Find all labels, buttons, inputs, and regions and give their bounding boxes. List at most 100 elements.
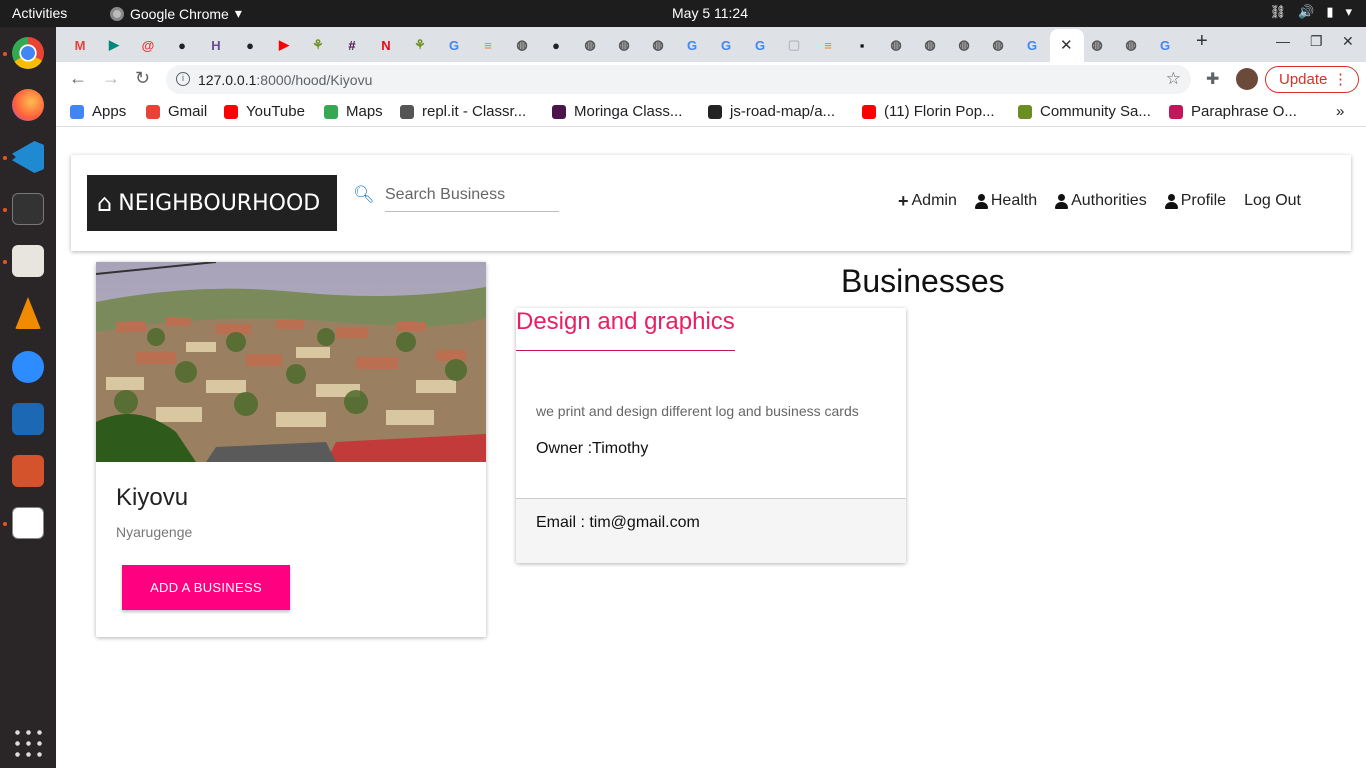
github-icon	[708, 104, 722, 119]
tab-github-icon[interactable]: ●	[171, 34, 193, 56]
close-window-button[interactable]: ✕	[1342, 33, 1354, 50]
terminal-dock-icon[interactable]	[12, 193, 44, 225]
site-navbar: ⌂ NEIGHBOURHOOD 🔍︎ +Admin Health Authori…	[71, 155, 1351, 251]
tab-globe-icon[interactable]: ◍	[613, 34, 635, 56]
nav-label: Health	[990, 192, 1038, 209]
text-editor-dock-icon[interactable]	[12, 507, 44, 539]
tab-globe-icon[interactable]: ◍	[885, 34, 907, 56]
tab-box-icon[interactable]: ▢	[783, 34, 805, 56]
tab-google-icon[interactable]: G	[443, 34, 465, 56]
browser-toolbar: ← → ↻ i 127.0.0.1:8000/hood/Kiyovu ☆ ✚ U…	[56, 62, 1366, 97]
nav-link-admin[interactable]: + Admin	[898, 192, 957, 210]
zoom-dock-icon[interactable]	[12, 351, 44, 383]
tab-globe-icon[interactable]: ◍	[953, 34, 975, 56]
reload-button[interactable]: ↻	[135, 68, 150, 89]
tab-google-icon[interactable]: G	[749, 34, 771, 56]
site-info-icon[interactable]: i	[176, 72, 190, 86]
tab-google-icon[interactable]: G	[681, 34, 703, 56]
bookmark-item[interactable]: Moringa Class...	[552, 103, 682, 120]
tab-stackoverflow-icon[interactable]: ≡	[817, 34, 839, 56]
tab-meet-icon[interactable]: ▶	[103, 34, 125, 56]
app-menu-label: Google Chrome	[130, 5, 229, 22]
battery-icon: ▮	[1326, 4, 1334, 19]
tab-github-icon[interactable]: ●	[545, 34, 567, 56]
nav-link-logout[interactable]: Log Out	[1244, 192, 1301, 210]
url-text[interactable]: 127.0.0.1:8000/hood/Kiyovu	[198, 72, 372, 88]
page-content: ⌂ NEIGHBOURHOOD 🔍︎ +Admin Health Authori…	[56, 128, 1366, 768]
bookmark-label: (11) Florin Pop...	[884, 103, 995, 120]
bookmark-item[interactable]: repl.it - Classr...	[400, 103, 526, 120]
minimize-button[interactable]: —	[1276, 33, 1290, 49]
bookmark-item[interactable]: js-road-map/a...	[708, 103, 835, 120]
restore-button[interactable]: ❐	[1310, 33, 1323, 50]
files-dock-icon[interactable]	[12, 245, 44, 277]
bookmark-star-icon[interactable]: ☆	[1166, 69, 1181, 89]
new-tab-button[interactable]: +	[1196, 30, 1208, 53]
update-button[interactable]: Update ⋮	[1265, 66, 1359, 93]
bookmarks-overflow-icon[interactable]: »	[1336, 103, 1344, 120]
activities-button[interactable]: Activities	[12, 5, 67, 21]
brand-logo[interactable]: ⌂ NEIGHBOURHOOD	[87, 175, 337, 231]
tab-spiral-icon[interactable]: @	[137, 34, 159, 56]
bookmark-item[interactable]: Community Sa...	[1018, 103, 1151, 120]
search-input[interactable]	[385, 179, 559, 212]
volume-icon: 🔊	[1298, 4, 1315, 19]
tab-globe-icon[interactable]: ◍	[1086, 34, 1108, 56]
search-icon: 🔍︎	[353, 185, 375, 204]
tab-dark-app-icon[interactable]: ▪	[851, 34, 873, 56]
nav-link-health[interactable]: Health	[974, 192, 1038, 210]
active-tab[interactable]: ✕	[1050, 29, 1084, 62]
clock[interactable]: May 5 11:24	[672, 5, 748, 21]
bookmark-item[interactable]: Paraphrase O...	[1169, 103, 1297, 120]
chrome-dock-icon[interactable]	[12, 37, 44, 69]
tab-tree-icon[interactable]: ⚘	[307, 34, 329, 56]
tab-globe-icon[interactable]: ◍	[647, 34, 669, 56]
writer-dock-icon[interactable]	[12, 403, 44, 435]
tab-globe-icon[interactable]: ◍	[919, 34, 941, 56]
bookmark-item[interactable]: Apps	[70, 103, 126, 120]
bookmark-item[interactable]: Maps	[324, 103, 383, 120]
vlc-dock-icon[interactable]	[15, 297, 41, 329]
tab-globe-icon[interactable]: ◍	[987, 34, 1009, 56]
neighbourhood-photo	[96, 262, 486, 462]
running-indicator	[3, 208, 7, 212]
bookmark-item[interactable]: Gmail	[146, 103, 207, 120]
tab-app-icon[interactable]: H	[205, 34, 227, 56]
extensions-icon[interactable]: ✚	[1206, 69, 1219, 89]
tab-youtube-icon[interactable]: ▶	[273, 34, 295, 56]
impress-dock-icon[interactable]	[12, 455, 44, 487]
tab-google-icon[interactable]: G	[715, 34, 737, 56]
tab-globe-icon[interactable]: ◍	[511, 34, 533, 56]
tab-github-icon[interactable]: ●	[239, 34, 261, 56]
tab-google-icon[interactable]: G	[1021, 34, 1043, 56]
tab-gmail-icon[interactable]: M	[69, 34, 91, 56]
back-button[interactable]: ←	[69, 68, 87, 89]
user-icon	[1164, 193, 1178, 209]
caret-down-icon: ▾	[234, 5, 242, 21]
vscode-dock-icon[interactable]	[12, 141, 44, 173]
app-menu[interactable]: Google Chrome ▾	[110, 5, 242, 22]
add-business-button[interactable]: ADD A BUSINESS	[122, 565, 290, 610]
tab-globe-icon[interactable]: ◍	[579, 34, 601, 56]
gmail-icon	[146, 104, 160, 119]
running-indicator	[3, 260, 7, 264]
forward-button[interactable]: →	[102, 68, 120, 89]
address-bar[interactable]: i 127.0.0.1:8000/hood/Kiyovu ☆	[166, 65, 1191, 94]
system-tray[interactable]: ⛓ 🔊 ▮ ▾	[1270, 4, 1352, 20]
bookmark-label: js-road-map/a...	[730, 103, 836, 120]
firefox-dock-icon[interactable]	[12, 89, 44, 121]
show-apps-icon[interactable]	[12, 727, 44, 759]
tab-stackoverflow-icon[interactable]: ≡	[477, 34, 499, 56]
nav-link-authorities[interactable]: Authorities	[1055, 192, 1147, 210]
tab-globe-icon[interactable]: ◍	[1120, 34, 1142, 56]
nav-links: + Admin Health Authorities Profile Log Ou…	[898, 192, 1301, 210]
bookmark-item[interactable]: (11) Florin Pop...	[862, 103, 995, 120]
nav-link-profile[interactable]: Profile	[1164, 192, 1226, 210]
tab-google-icon[interactable]: G	[1154, 34, 1176, 56]
profile-avatar[interactable]	[1236, 68, 1258, 90]
close-tab-icon[interactable]: ✕	[1060, 36, 1073, 54]
tab-slack-icon[interactable]: #	[341, 34, 363, 56]
bookmark-item[interactable]: YouTube	[224, 103, 305, 120]
tab-netflix-icon[interactable]: N	[375, 34, 397, 56]
tab-tree-icon[interactable]: ⚘	[409, 34, 431, 56]
